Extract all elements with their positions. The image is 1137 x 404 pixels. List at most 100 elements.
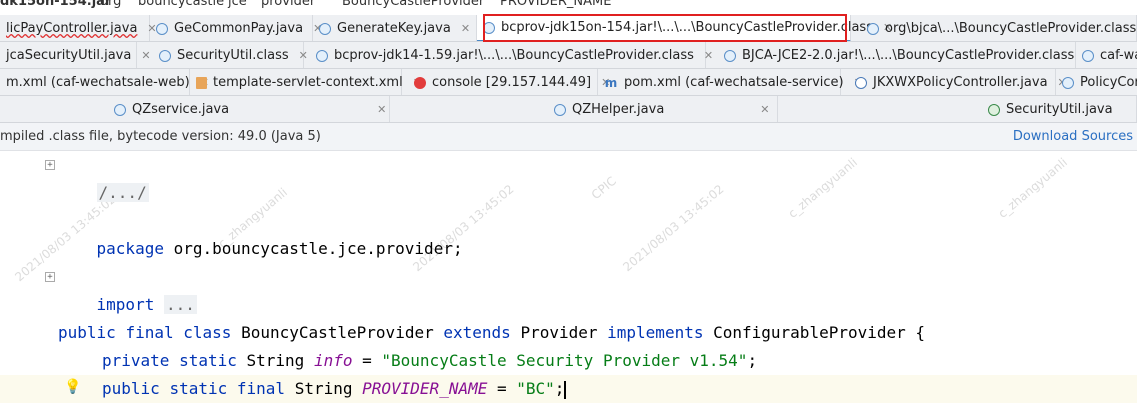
tab-org-bjca[interactable]: org\bjca\...\BouncyCastleProvider.class … xyxy=(851,15,1137,41)
string-literal: "BC" xyxy=(516,379,555,398)
fold-toggle-icon[interactable]: + xyxy=(45,272,55,282)
tab-securityutil-java[interactable]: SecurityUtil.java xyxy=(778,96,1137,122)
tab-label: QZHelper.java xyxy=(572,102,665,117)
type-name: String xyxy=(294,379,353,398)
watermark: CPIC xyxy=(588,173,619,203)
tab-caf-wa[interactable]: caf-wa xyxy=(1076,42,1137,68)
breadcrumb-item-provider[interactable]: provider xyxy=(261,0,315,8)
fold-toggle-icon[interactable]: + xyxy=(45,160,55,170)
breadcrumb-item-bouncycastle[interactable]: bouncycastle xyxy=(138,0,224,8)
code-line-package: package org.bouncycastle.jce.provider; xyxy=(58,207,463,258)
maven-icon: m xyxy=(604,75,618,90)
close-icon[interactable]: ✕ xyxy=(461,22,470,35)
parent-class: Provider xyxy=(520,323,598,342)
breadcrumb-item-org[interactable]: org xyxy=(100,0,121,8)
breadcrumb-item-jce[interactable]: jce xyxy=(228,0,247,8)
class-icon xyxy=(1082,49,1094,62)
tab-label: bcprov-jdk14-1.59.jar!\...\...\BouncyCas… xyxy=(334,48,694,63)
tab-template-servlet[interactable]: template-servlet-context.xml ✕ xyxy=(190,69,422,95)
download-sources-link[interactable]: Download Sources xyxy=(1013,129,1133,144)
tab-label: SecurityUtil.java xyxy=(1006,102,1113,117)
semicolon: ; xyxy=(747,351,758,370)
keyword: implements xyxy=(607,323,704,342)
editor-tab-row-4: QZservice.java ✕ QZHelper.java ✕ Securit… xyxy=(0,96,1137,123)
close-icon[interactable]: ✕ xyxy=(377,103,386,116)
operator: = xyxy=(352,351,382,370)
tab-label: GeCommonPay.java xyxy=(174,21,304,36)
text-caret xyxy=(564,380,567,399)
tab-pom-service[interactable]: m pom.xml (caf-wechatsale-service) ✕ xyxy=(598,69,863,95)
keyword: public xyxy=(58,323,116,342)
tab-bjca-jce2[interactable]: BJCA-JCE2-2.0.jar!\...\...\BouncyCastleP… xyxy=(706,42,1093,68)
keyword: public xyxy=(102,379,160,398)
breadcrumb-item-field[interactable]: PROVIDER_NAME xyxy=(500,0,611,8)
watermark: c_zhangyuanli xyxy=(995,155,1070,221)
tab-label: JKXWXPolicyController.java xyxy=(873,75,1048,90)
tab-console[interactable]: console [29.157.144.49] ✕ xyxy=(402,69,610,95)
type-name: String xyxy=(246,351,305,370)
keyword: final xyxy=(125,323,174,342)
decompiled-message: mpiled .class file, bytecode version: 49… xyxy=(0,129,321,144)
class-icon xyxy=(114,103,126,116)
lightbulb-icon[interactable]: 💡 xyxy=(64,379,81,395)
editor-tab-row-3: m.xml (caf-wechatsale-web) ✕ template-se… xyxy=(0,69,1137,96)
tab-pom-web[interactable]: m.xml (caf-wechatsale-web) ✕ xyxy=(0,69,209,95)
tab-bcprov-jdk14[interactable]: bcprov-jdk14-1.59.jar!\...\...\BouncyCas… xyxy=(304,42,713,68)
code-line-class-decl: public final class BouncyCastleProvider … xyxy=(58,319,925,347)
tab-label: BJCA-JCE2-2.0.jar!\...\...\BouncyCastleP… xyxy=(742,48,1075,63)
tab-label: GenerateKey.java xyxy=(337,21,451,36)
xml-file-icon xyxy=(196,76,207,89)
tab-jkxwxpolicycontroller[interactable]: JKXWXPolicyController.java ✕ xyxy=(841,69,1067,95)
code-line-field-info: private static String info = "BouncyCast… xyxy=(102,347,757,375)
keyword: class xyxy=(183,323,232,342)
keyword: final xyxy=(236,379,286,398)
tab-securityutil-class[interactable]: SecurityUtil.class ✕ xyxy=(137,42,308,68)
console-icon xyxy=(414,76,426,89)
breadcrumb-item-jar[interactable]: dk15on-154.jar xyxy=(0,0,111,8)
code-line-import: import ... xyxy=(58,263,197,314)
class-icon xyxy=(159,49,171,62)
class-icon xyxy=(316,49,328,62)
field-name: PROVIDER_NAME xyxy=(362,379,488,398)
tab-jcasecurityutil[interactable]: jcaSecurityUtil.java ✕ xyxy=(0,42,151,68)
decompiled-info-bar: mpiled .class file, bytecode version: 49… xyxy=(0,123,1137,151)
tab-label: PolicyCor xyxy=(1080,75,1137,90)
folded-header[interactable]: /.../ xyxy=(96,183,149,202)
tab-qzhelper[interactable]: QZHelper.java ✕ xyxy=(390,96,778,122)
tab-label: licPayController.java xyxy=(6,21,138,36)
editor-tab-row-2: jcaSecurityUtil.java ✕ SecurityUtil.clas… xyxy=(0,42,1137,69)
class-icon xyxy=(1062,76,1074,89)
tab-label: jcaSecurityUtil.java xyxy=(6,48,132,63)
code-editor[interactable]: 2021/08/03 13:45:02 c_zhangyuanli 2021/0… xyxy=(0,151,1137,404)
tab-qzservice[interactable]: QZservice.java ✕ xyxy=(0,96,390,122)
keyword: private xyxy=(102,351,170,370)
tab-policycor[interactable]: PolicyCor xyxy=(1056,69,1137,95)
watermark: 2021/08/03 13:45:02 xyxy=(620,181,727,275)
keyword: extends xyxy=(443,323,511,342)
string-literal: "BouncyCastle Security Provider v1.54" xyxy=(381,351,748,370)
tab-licpaycontroller[interactable]: licPayController.java ✕ xyxy=(0,15,157,41)
highlight-box xyxy=(483,14,847,42)
breadcrumb: dk15on-154.jar org bouncycastle jce prov… xyxy=(0,0,1137,8)
tab-label: template-servlet-context.xml xyxy=(213,75,403,90)
keyword: static xyxy=(179,351,237,370)
tab-label: pom.xml (caf-wechatsale-service) xyxy=(624,75,844,90)
semicolon: ; xyxy=(554,379,565,398)
keyword: static xyxy=(169,379,228,398)
tab-label: m.xml (caf-wechatsale-web) xyxy=(6,75,190,90)
field-name: info xyxy=(313,351,353,370)
keyword: package xyxy=(96,239,164,258)
tab-generatekey[interactable]: GenerateKey.java ✕ xyxy=(313,15,477,41)
watermark: c_zhangyuanli xyxy=(785,155,860,221)
class-icon xyxy=(554,103,566,116)
breadcrumb-item-class[interactable]: BouncyCastleProvider xyxy=(342,0,484,8)
close-icon[interactable]: ✕ xyxy=(760,103,769,116)
class-icon xyxy=(724,49,736,62)
tab-label: caf-wa xyxy=(1100,48,1137,63)
interface-name: ConfigurableProvider { xyxy=(713,323,926,342)
tab-gecommonpay[interactable]: GeCommonPay.java ✕ xyxy=(150,15,322,41)
class-icon xyxy=(319,22,331,35)
class-icon xyxy=(156,22,168,35)
package-name: org.bouncycastle.jce.provider; xyxy=(163,239,463,258)
folded-imports[interactable]: ... xyxy=(163,295,197,314)
